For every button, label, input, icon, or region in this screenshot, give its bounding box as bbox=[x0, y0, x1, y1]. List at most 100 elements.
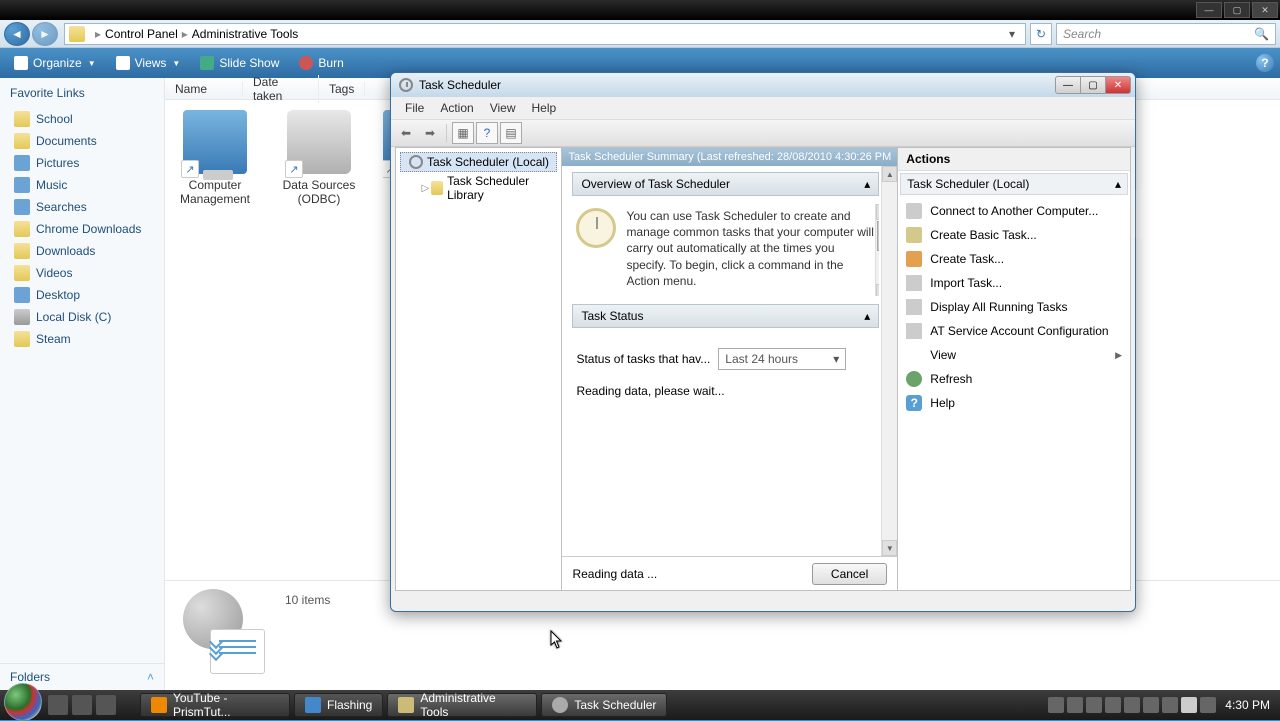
help-icon[interactable]: ? bbox=[1256, 54, 1274, 72]
menu-view[interactable]: View bbox=[482, 99, 524, 117]
fav-steam[interactable]: Steam bbox=[0, 328, 164, 350]
burn-button[interactable]: Burn bbox=[291, 53, 351, 73]
col-name[interactable]: Name bbox=[165, 82, 243, 96]
views-button[interactable]: Views ▼ bbox=[108, 53, 189, 73]
menu-help[interactable]: Help bbox=[524, 99, 565, 117]
volume-icon[interactable] bbox=[1181, 697, 1197, 713]
taskbar-clock[interactable]: 4:30 PM bbox=[1225, 698, 1270, 712]
ts-toolbar: ⬅ ➡ ▦ ? ▤ bbox=[391, 119, 1135, 147]
action-refresh[interactable]: Refresh bbox=[900, 367, 1128, 391]
slideshow-button[interactable]: Slide Show bbox=[192, 53, 287, 73]
item-data-sources[interactable]: ↗ Data Sources (ODBC) bbox=[279, 110, 359, 207]
col-tags[interactable]: Tags bbox=[319, 82, 365, 96]
fav-documents[interactable]: Documents bbox=[0, 130, 164, 152]
tray-icon[interactable] bbox=[1067, 697, 1083, 713]
action-display-running[interactable]: Display All Running Tasks bbox=[900, 295, 1128, 319]
tray-icon[interactable] bbox=[1086, 697, 1102, 713]
taskbar-task-scheduler[interactable]: Task Scheduler bbox=[541, 693, 667, 717]
breadcrumb-segment[interactable]: Administrative Tools bbox=[192, 27, 299, 41]
action-create-basic[interactable]: Create Basic Task... bbox=[900, 223, 1128, 247]
fav-searches[interactable]: Searches bbox=[0, 196, 164, 218]
ts-footer: Reading data ... Cancel bbox=[562, 556, 897, 590]
organize-button[interactable]: Organize ▼ bbox=[6, 53, 104, 73]
fav-music[interactable]: Music bbox=[0, 174, 164, 196]
folder-icon bbox=[14, 331, 30, 347]
tray-icon[interactable] bbox=[1124, 697, 1140, 713]
fav-desktop[interactable]: Desktop bbox=[0, 284, 164, 306]
collapse-icon[interactable]: ▴ bbox=[864, 177, 870, 191]
fav-school[interactable]: School bbox=[0, 108, 164, 130]
tray-icon[interactable] bbox=[1105, 697, 1121, 713]
fav-chrome-downloads[interactable]: Chrome Downloads bbox=[0, 218, 164, 240]
tray-icon[interactable] bbox=[1143, 697, 1159, 713]
ts-pane-button[interactable]: ▤ bbox=[500, 122, 522, 144]
taskbar-flashing[interactable]: Flashing bbox=[294, 693, 383, 717]
fav-downloads[interactable]: Downloads bbox=[0, 240, 164, 262]
taskbar-youtube[interactable]: YouTube - PrismTut... bbox=[140, 693, 290, 717]
action-view[interactable]: View▶ bbox=[900, 343, 1128, 367]
start-button[interactable] bbox=[4, 683, 42, 721]
ts-forward-button[interactable]: ➡ bbox=[419, 122, 441, 144]
ts-back-button[interactable]: ⬅ bbox=[395, 122, 417, 144]
tree-root[interactable]: Task Scheduler (Local) bbox=[400, 152, 557, 172]
ts-minimize-button[interactable]: — bbox=[1055, 76, 1081, 94]
action-help[interactable]: ?Help bbox=[900, 391, 1128, 415]
network-icon[interactable] bbox=[1200, 697, 1216, 713]
maximize-button[interactable]: ▢ bbox=[1224, 2, 1250, 18]
tree-library[interactable]: ▷ Task Scheduler Library bbox=[418, 172, 557, 204]
action-connect[interactable]: Connect to Another Computer... bbox=[900, 199, 1128, 223]
status-header[interactable]: Task Status ▴ bbox=[572, 304, 879, 328]
fav-local-disk[interactable]: Local Disk (C) bbox=[0, 306, 164, 328]
quicklaunch-showdesktop[interactable] bbox=[48, 695, 68, 715]
folder-icon bbox=[14, 111, 30, 127]
fav-videos[interactable]: Videos bbox=[0, 262, 164, 284]
ts-summary-header: Task Scheduler Summary (Last refreshed: … bbox=[562, 148, 897, 166]
menu-file[interactable]: File bbox=[397, 99, 432, 117]
item-computer-management[interactable]: ↗ Computer Management bbox=[175, 110, 255, 207]
collapse-icon[interactable]: ▴ bbox=[864, 309, 870, 323]
ts-up-button[interactable]: ▦ bbox=[452, 122, 474, 144]
taskbar-admin-tools[interactable]: Administrative Tools bbox=[387, 693, 537, 717]
outer-scrollbar[interactable]: ▲ ▼ bbox=[881, 166, 897, 556]
dropdown-icon[interactable]: ▾ bbox=[1003, 27, 1021, 41]
ts-titlebar[interactable]: Task Scheduler — ▢ ✕ bbox=[391, 73, 1135, 97]
app-icon bbox=[305, 697, 321, 713]
timerange-combo[interactable]: Last 24 hours ▾ bbox=[718, 348, 846, 370]
overview-header[interactable]: Overview of Task Scheduler ▴ bbox=[572, 172, 879, 196]
action-import[interactable]: Import Task... bbox=[900, 271, 1128, 295]
tray-icon[interactable] bbox=[1162, 697, 1178, 713]
chevron-up-icon: ˄ bbox=[147, 670, 154, 684]
scrollbar-thumb[interactable] bbox=[877, 221, 879, 251]
forward-button[interactable]: ► bbox=[32, 22, 58, 46]
action-at-config[interactable]: AT Service Account Configuration bbox=[900, 319, 1128, 343]
quicklaunch-switch[interactable] bbox=[72, 695, 92, 715]
scroll-up-icon[interactable]: ▲ bbox=[882, 166, 897, 182]
tray-icon[interactable] bbox=[1048, 697, 1064, 713]
minimize-button[interactable]: — bbox=[1196, 2, 1222, 18]
scroll-down-icon[interactable]: ▼ bbox=[876, 284, 879, 296]
help-icon: ? bbox=[906, 395, 922, 411]
cancel-button[interactable]: Cancel bbox=[812, 563, 887, 585]
refresh-button[interactable]: ↻ bbox=[1030, 23, 1052, 45]
ts-maximize-button[interactable]: ▢ bbox=[1080, 76, 1106, 94]
collapse-icon[interactable]: ▴ bbox=[1115, 177, 1121, 191]
scroll-down-icon[interactable]: ▼ bbox=[882, 540, 897, 556]
ts-properties-button[interactable]: ? bbox=[476, 122, 498, 144]
scroll-up-icon[interactable]: ▲ bbox=[876, 204, 879, 220]
breadcrumb[interactable]: ▸ Control Panel ▸ Administrative Tools ▾ bbox=[64, 23, 1026, 45]
fav-pictures[interactable]: Pictures bbox=[0, 152, 164, 174]
search-input[interactable]: Search 🔍 bbox=[1056, 23, 1276, 45]
expand-icon[interactable]: ▷ bbox=[420, 183, 431, 194]
actions-subtitle[interactable]: Task Scheduler (Local) ▴ bbox=[900, 173, 1128, 195]
ts-close-button[interactable]: ✕ bbox=[1105, 76, 1131, 94]
action-create-task[interactable]: Create Task... bbox=[900, 247, 1128, 271]
menu-action[interactable]: Action bbox=[432, 99, 481, 117]
close-button[interactable]: ✕ bbox=[1252, 2, 1278, 18]
col-date[interactable]: Date taken bbox=[243, 75, 319, 103]
quicklaunch-app[interactable] bbox=[96, 695, 116, 715]
breadcrumb-segment[interactable]: Control Panel bbox=[105, 27, 178, 41]
refresh-icon bbox=[906, 371, 922, 387]
slideshow-icon bbox=[200, 56, 214, 70]
back-button[interactable]: ◄ bbox=[4, 22, 30, 46]
ts-body: Task Scheduler (Local) ▷ Task Scheduler … bbox=[395, 147, 1131, 591]
